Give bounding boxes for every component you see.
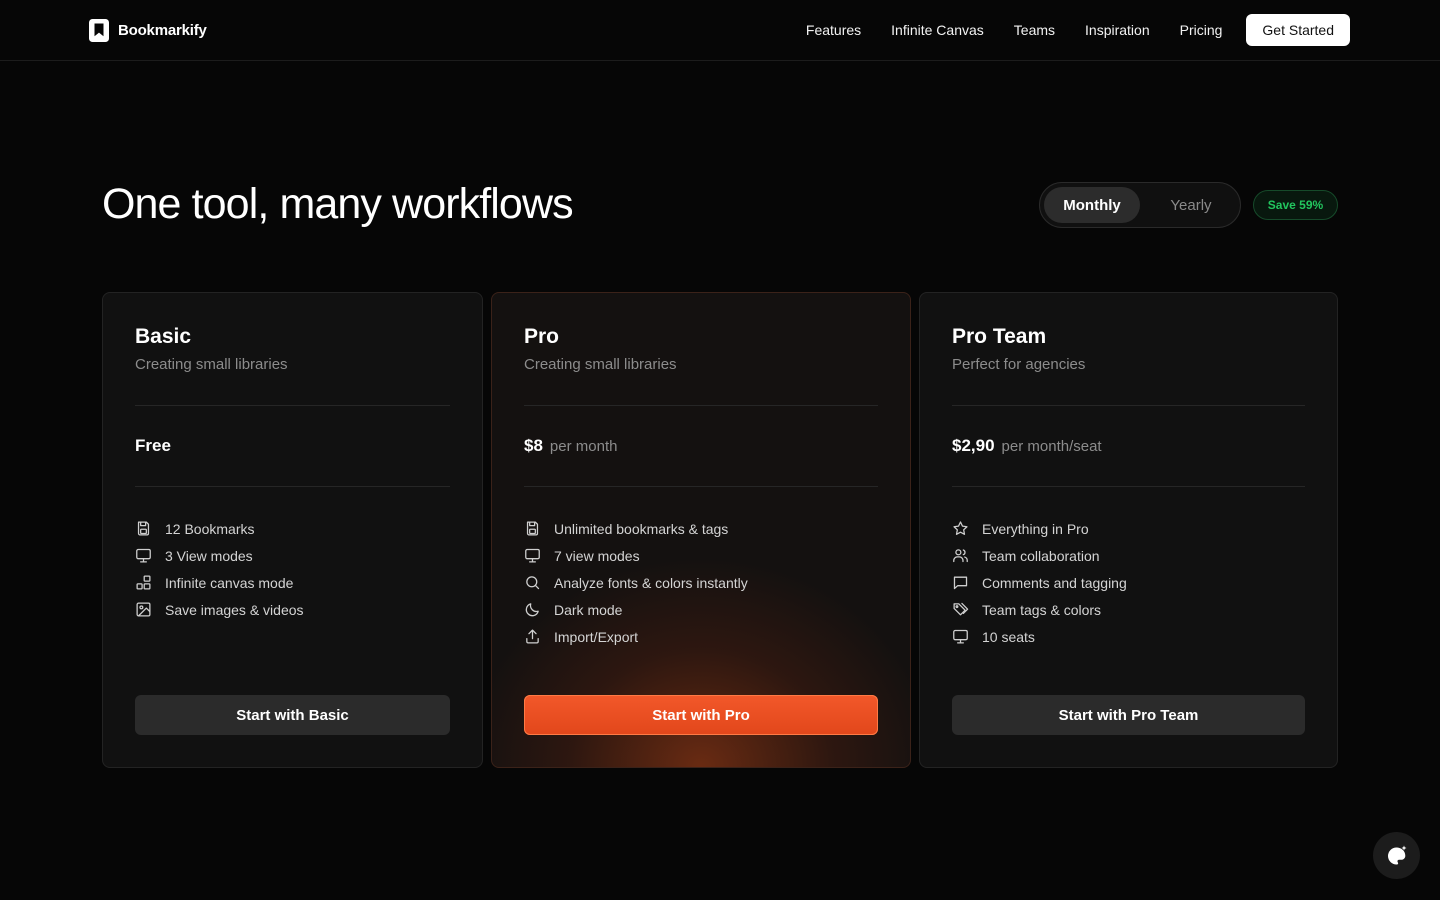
moon-icon: [525, 603, 539, 617]
feature-list: 12 Bookmarks 3 View modes Infinite canva…: [135, 515, 304, 623]
feature-item: Dark mode: [524, 596, 748, 623]
feature-text: Unlimited bookmarks & tags: [554, 520, 729, 537]
feature-text: Analyze fonts & colors instantly: [554, 574, 748, 591]
save-badge: Save 59%: [1253, 190, 1338, 220]
feature-item: Import/Export: [524, 623, 748, 650]
feature-text: 3 View modes: [165, 547, 253, 564]
plan-card-pro-team: Pro Team Perfect for agencies $2,90 per …: [919, 292, 1338, 768]
price-unit: per month/seat: [1001, 438, 1102, 455]
image-icon: [136, 602, 151, 617]
monitor-icon: [136, 548, 151, 563]
brand-logo[interactable]: Bookmarkify: [89, 18, 207, 42]
monitor-icon: [525, 548, 540, 563]
price-amount: $2,90: [952, 436, 995, 455]
nav-link-features[interactable]: Features: [806, 22, 861, 38]
feature-text: Import/Export: [554, 628, 639, 645]
palette-sparkle-icon: [1387, 845, 1406, 864]
monitor-icon: [953, 629, 968, 644]
feature-item: Analyze fonts & colors instantly: [524, 569, 748, 596]
message-icon: [953, 576, 968, 590]
layout-icon: [136, 575, 151, 590]
plan-description: Creating small libraries: [524, 356, 677, 373]
feature-item: 12 Bookmarks: [135, 515, 304, 542]
feature-item: Team collaboration: [952, 542, 1127, 569]
nav-link-infinite-canvas[interactable]: Infinite Canvas: [891, 22, 984, 38]
plan-card-basic: Basic Creating small libraries Free 12 B…: [102, 292, 483, 768]
plan-name: Pro: [524, 325, 560, 348]
divider: [524, 486, 878, 487]
top-navigation-bar: Bookmarkify Features Infinite Canvas Tea…: [0, 0, 1440, 61]
divider: [135, 405, 450, 406]
feature-item: 3 View modes: [135, 542, 304, 569]
star-icon: [953, 521, 968, 535]
brand-name: Bookmarkify: [118, 21, 207, 39]
feature-text: 10 seats: [982, 628, 1035, 645]
plan-card-pro: Pro Creating small libraries $8 per mont…: [491, 292, 911, 768]
divider: [524, 405, 878, 406]
feature-text: Save images & videos: [165, 601, 304, 618]
divider: [952, 486, 1305, 487]
feature-text: Comments and tagging: [982, 574, 1127, 591]
plan-price: Free: [135, 436, 171, 456]
feature-item: Team tags & colors: [952, 596, 1127, 623]
nav-link-teams[interactable]: Teams: [1014, 22, 1055, 38]
feature-item: 7 view modes: [524, 542, 748, 569]
feature-list: Unlimited bookmarks & tags 7 view modes …: [524, 515, 748, 650]
feature-item: 10 seats: [952, 623, 1127, 650]
feature-text: Dark mode: [554, 601, 623, 618]
plan-description: Creating small libraries: [135, 356, 288, 373]
billing-toggle-monthly[interactable]: Monthly: [1044, 187, 1140, 223]
divider: [135, 486, 450, 487]
billing-toggle-yearly[interactable]: Yearly: [1144, 187, 1238, 223]
save-icon: [137, 521, 150, 536]
floating-theme-button[interactable]: [1373, 832, 1420, 879]
feature-text: 7 view modes: [554, 547, 640, 564]
divider: [952, 405, 1305, 406]
main-nav: Features Infinite Canvas Teams Inspirati…: [806, 14, 1350, 46]
feature-item: Unlimited bookmarks & tags: [524, 515, 748, 542]
feature-text: Infinite canvas mode: [165, 574, 294, 591]
price-amount: $8: [524, 436, 543, 455]
users-icon: [953, 549, 968, 563]
page-title: One tool, many workflows: [102, 180, 574, 228]
feature-text: Everything in Pro: [982, 520, 1089, 537]
save-icon: [526, 521, 539, 536]
feature-item: Everything in Pro: [952, 515, 1127, 542]
plan-price: $8 per month: [524, 436, 617, 456]
get-started-button[interactable]: Get Started: [1246, 14, 1350, 46]
nav-link-pricing[interactable]: Pricing: [1180, 22, 1223, 38]
search-icon: [526, 576, 540, 590]
feature-text: Team tags & colors: [982, 601, 1102, 618]
feature-list: Everything in Pro Team collaboration Com…: [952, 515, 1127, 650]
feature-text: Team collaboration: [982, 547, 1100, 564]
start-with-basic-button[interactable]: Start with Basic: [135, 695, 450, 735]
upload-icon: [526, 629, 539, 644]
plan-price: $2,90 per month/seat: [952, 436, 1102, 456]
plan-name: Basic: [135, 325, 192, 348]
nav-link-inspiration[interactable]: Inspiration: [1085, 22, 1150, 38]
billing-period-toggle: Monthly Yearly: [1039, 182, 1241, 228]
feature-item: Save images & videos: [135, 596, 304, 623]
feature-item: Comments and tagging: [952, 569, 1127, 596]
price-unit: per month: [549, 438, 618, 455]
feature-text: 12 Bookmarks: [165, 520, 255, 537]
start-with-pro-team-button[interactable]: Start with Pro Team: [952, 695, 1305, 735]
bookmark-logo-icon: [89, 18, 109, 42]
start-with-pro-button[interactable]: Start with Pro: [524, 695, 878, 735]
plan-description: Perfect for agencies: [952, 356, 1086, 373]
price-amount: Free: [135, 436, 171, 455]
plan-name: Pro Team: [952, 325, 1047, 348]
feature-item: Infinite canvas mode: [135, 569, 304, 596]
tags-icon: [953, 602, 969, 616]
